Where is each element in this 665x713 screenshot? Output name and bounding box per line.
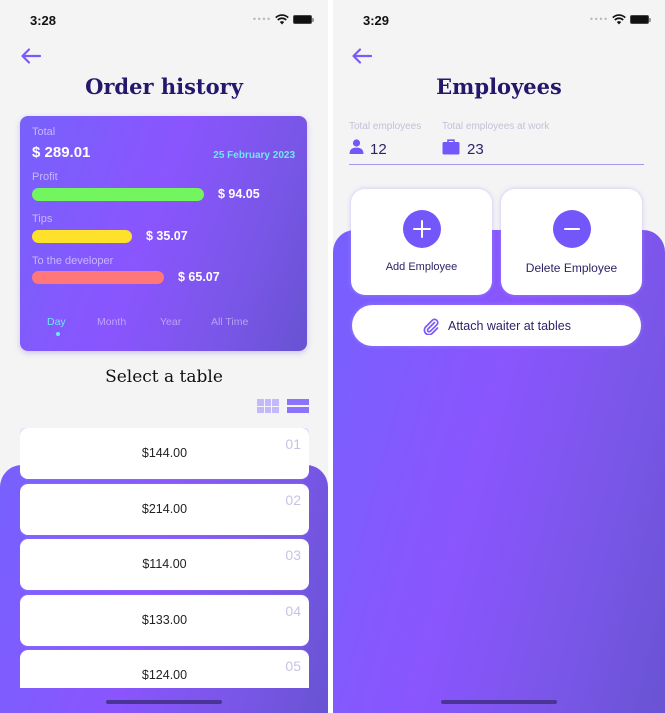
developer-bar bbox=[32, 271, 164, 284]
battery-icon bbox=[293, 15, 314, 24]
tips-label: Tips bbox=[32, 213, 53, 225]
stats-divider bbox=[349, 164, 644, 165]
status-time: 3:29 bbox=[363, 13, 390, 28]
table-row[interactable]: $124.00 05 bbox=[20, 650, 309, 688]
minus-icon bbox=[563, 228, 580, 230]
developer-value: $ 65.07 bbox=[178, 270, 220, 284]
signal-icon: •••• bbox=[589, 14, 608, 24]
date-label: 25 February 2023 bbox=[213, 150, 295, 161]
back-arrow-icon[interactable] bbox=[20, 47, 42, 65]
table-amount: $144.00 bbox=[141, 446, 188, 460]
total-label: Total bbox=[32, 126, 56, 138]
table-row[interactable]: $133.00 04 bbox=[20, 594, 309, 646]
grid-view-icon[interactable] bbox=[257, 399, 279, 413]
total-value: $ 289.01 bbox=[32, 144, 91, 161]
plus-circle bbox=[402, 210, 441, 248]
table-amount: $114.00 bbox=[142, 557, 187, 572]
table-number: 03 bbox=[285, 547, 301, 564]
plus-icon bbox=[412, 220, 431, 238]
table-amount: $133.00 bbox=[141, 612, 188, 627]
home-indicator bbox=[441, 700, 557, 704]
table-list: $144.00 01 $214.00 02 $114.00 03 $133.00… bbox=[20, 428, 309, 688]
briefcase-icon bbox=[442, 139, 460, 155]
tab-all-time[interactable]: All Time bbox=[211, 316, 248, 328]
wifi-icon bbox=[612, 14, 626, 25]
summary-card: Total $ 289.01 25 February 2023 Profit $… bbox=[20, 116, 307, 351]
wifi-icon bbox=[275, 14, 289, 25]
paperclip-icon bbox=[423, 318, 439, 335]
table-amount: $214.00 bbox=[141, 501, 188, 516]
background-panel bbox=[333, 230, 665, 713]
add-employee-button[interactable]: Add Employee bbox=[351, 189, 492, 295]
profit-label: Profit bbox=[32, 171, 58, 183]
employees-screen: 3:29 •••• Employees Total employees 12 T… bbox=[333, 0, 665, 713]
signal-icon: •••• bbox=[252, 14, 271, 24]
back-arrow-icon[interactable] bbox=[351, 47, 373, 65]
profit-value: $ 94.05 bbox=[218, 187, 260, 201]
page-title: Order history bbox=[85, 74, 243, 99]
table-row[interactable]: $114.00 03 bbox=[20, 539, 309, 591]
table-number: 01 bbox=[285, 436, 301, 452]
tab-day[interactable]: Day bbox=[47, 316, 66, 328]
delete-employee-button[interactable]: Delete Employee bbox=[501, 189, 642, 295]
status-icons: •••• bbox=[252, 14, 314, 25]
tips-value: $ 35.07 bbox=[146, 229, 188, 243]
employees-at-work-label: Total employees at work bbox=[442, 121, 550, 132]
tips-bar bbox=[32, 230, 132, 243]
developer-label: To the developer bbox=[32, 255, 114, 267]
attach-waiter-button[interactable]: Attach waiter at tables bbox=[352, 305, 641, 346]
minus-circle bbox=[552, 210, 591, 248]
total-employees-label: Total employees bbox=[349, 121, 422, 132]
table-row[interactable]: $214.00 02 bbox=[20, 483, 309, 535]
status-icons: •••• bbox=[589, 14, 651, 25]
table-number: 05 bbox=[285, 658, 301, 675]
employees-at-work-value: 23 bbox=[467, 141, 484, 158]
add-employee-label: Add Employee bbox=[385, 261, 458, 273]
delete-employee-label: Delete Employee bbox=[525, 261, 618, 275]
active-tab-indicator bbox=[56, 332, 60, 336]
tab-month[interactable]: Month bbox=[97, 316, 126, 328]
order-history-screen: 3:28 •••• Order history Total $ 289.01 2… bbox=[0, 0, 328, 713]
person-icon bbox=[349, 139, 364, 154]
list-view-icon[interactable] bbox=[287, 399, 309, 413]
table-amount: $124.00 bbox=[141, 668, 188, 683]
table-number: 04 bbox=[285, 602, 301, 619]
table-number: 02 bbox=[285, 491, 301, 508]
status-time: 3:28 bbox=[30, 13, 57, 28]
view-toggle bbox=[257, 399, 309, 413]
table-row[interactable]: $144.00 01 bbox=[20, 428, 309, 479]
battery-icon bbox=[630, 15, 651, 24]
home-indicator bbox=[106, 700, 222, 704]
tab-year[interactable]: Year bbox=[160, 316, 181, 328]
attach-waiter-label: Attach waiter at tables bbox=[448, 318, 571, 333]
section-title: Select a table bbox=[105, 367, 223, 387]
profit-bar bbox=[32, 188, 204, 201]
total-employees-value: 12 bbox=[370, 141, 387, 158]
page-title: Employees bbox=[436, 74, 562, 99]
